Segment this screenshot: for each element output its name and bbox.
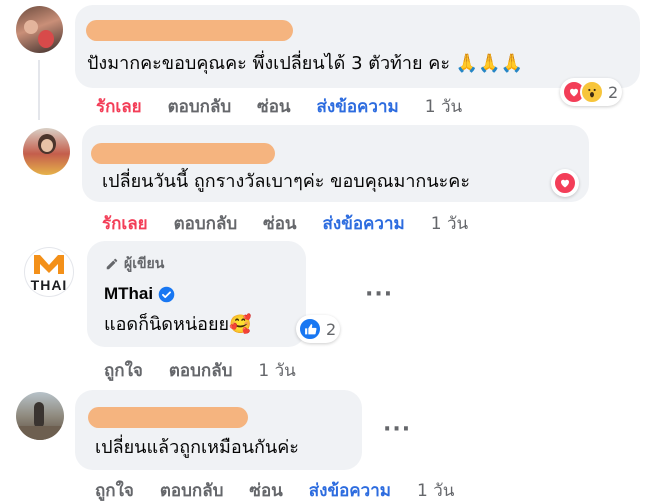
reaction-count: 2 [326,319,337,339]
pray-emoji: 🙏🙏🙏 [455,53,523,74]
reaction-count: 2 [608,82,619,102]
timestamp[interactable]: 1 วัน [431,210,468,237]
more-options-icon[interactable]: ··· [383,417,411,442]
send-message-button[interactable]: ส่งข้อความ [323,210,405,237]
heart-icon [553,171,577,195]
send-message-button[interactable]: ส่งข้อความ [317,93,399,120]
reaction-summary[interactable]: 2 [560,78,623,106]
smiling-hearts-emoji: 🥰 [229,314,252,335]
reply-button[interactable]: ตอบกลับ [169,357,233,384]
author-name-row: MThai [104,284,175,304]
avatar[interactable] [23,128,70,175]
comment-text: แอดก็นิดหน่อยย🥰 [104,314,252,335]
comment-bubble: ปังมากคะขอบคุณคะ พึ่งเปลี่ยนได้ 3 ตัวท้า… [75,5,640,88]
timestamp[interactable]: 1 วัน [258,357,295,384]
author-badge: ผู้เขียน [105,253,164,275]
avatar[interactable] [16,6,63,53]
pencil-icon [106,258,118,270]
comment-actions: รักเลย ตอบกลับ ซ่อน ส่งข้อความ 1 วัน [102,210,468,237]
hide-button[interactable]: ซ่อน [263,210,296,237]
wow-icon [580,80,604,104]
comment-bubble: เปลี่ยนแล้วถูกเหมือนกันค่ะ [75,390,362,470]
redacted-author-name [91,143,275,164]
mthai-logo-text: THAI [30,277,68,293]
comment-actions: ถูกใจ ตอบกลับ 1 วัน [104,357,296,384]
comment-text: เปลี่ยนวันนี้ ถูกรางวัลเบาๆค่ะ ขอบคุณมาก… [102,171,471,192]
reply-button[interactable]: ตอบกลับ [174,210,238,237]
love-button[interactable]: รักเลย [96,93,142,120]
redacted-author-name [88,407,248,428]
reply-button[interactable]: ตอบกลับ [168,93,232,120]
redacted-author-name [86,20,293,41]
comment-bubble: ผู้เขียน MThai แอดก็นิดหน่อยย🥰 [87,241,306,347]
verified-badge-icon [158,286,175,302]
timestamp[interactable]: 1 วัน [425,93,462,120]
author-name[interactable]: MThai [104,284,153,304]
comment-text: เปลี่ยนแล้วถูกเหมือนกันค่ะ [95,437,299,458]
comment-bubble: เปลี่ยนวันนี้ ถูกรางวัลเบาๆค่ะ ขอบคุณมาก… [82,125,589,202]
comment-text: ปังมากคะขอบคุณคะ พึ่งเปลี่ยนได้ 3 ตัวท้า… [87,53,523,74]
mthai-logo [32,253,66,275]
like-button[interactable]: ถูกใจ [104,357,143,384]
mthai-avatar[interactable]: THAI [24,247,74,297]
reaction-summary[interactable]: 2 [296,315,341,343]
reaction-summary[interactable] [551,169,579,197]
more-options-icon[interactable]: ··· [365,282,393,307]
like-icon [298,317,322,341]
hide-button[interactable]: ซ่อน [257,93,290,120]
thread-line [38,60,40,120]
comment-actions: รักเลย ตอบกลับ ซ่อน ส่งข้อความ 1 วัน [96,93,462,120]
avatar[interactable] [16,392,64,440]
love-button[interactable]: รักเลย [102,210,148,237]
